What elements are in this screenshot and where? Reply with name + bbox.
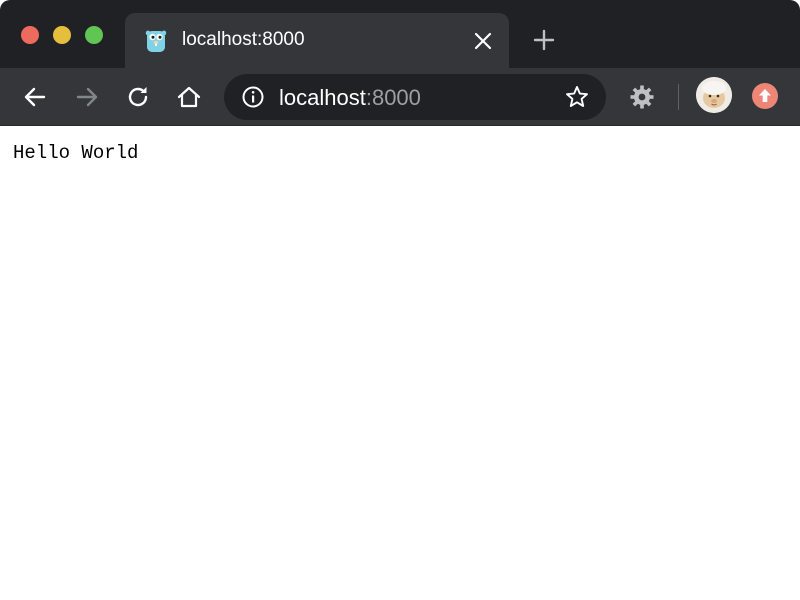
- window-minimize-button[interactable]: [53, 26, 71, 44]
- window-close-button[interactable]: [21, 26, 39, 44]
- update-icon[interactable]: [752, 83, 778, 109]
- toolbar-divider: [678, 84, 679, 110]
- url-port: :8000: [365, 85, 421, 110]
- url-host: localhost: [279, 85, 366, 110]
- browser-window: localhost:8000 localhost:8000 Hello Worl…: [0, 0, 800, 600]
- page-content: Hello World: [0, 126, 800, 600]
- url-text[interactable]: localhost:8000: [279, 85, 421, 111]
- back-icon[interactable]: [21, 83, 49, 111]
- address-bar[interactable]: localhost:8000: [224, 74, 606, 120]
- gopher-icon: [145, 28, 167, 52]
- info-icon[interactable]: [241, 85, 265, 109]
- tab-close-icon[interactable]: [471, 29, 495, 53]
- reload-icon[interactable]: [124, 83, 152, 111]
- home-icon[interactable]: [175, 83, 203, 111]
- forward-icon[interactable]: [73, 83, 101, 111]
- toolbar: localhost:8000: [0, 68, 800, 126]
- page-text: Hello World: [13, 142, 139, 164]
- new-tab-icon[interactable]: [531, 27, 557, 53]
- tab-title: localhost:8000: [182, 29, 305, 50]
- avatar[interactable]: [696, 77, 732, 113]
- title-bar: localhost:8000: [0, 0, 800, 68]
- extension-gear-icon[interactable]: [628, 83, 656, 111]
- window-maximize-button[interactable]: [85, 26, 103, 44]
- bookmark-star-icon[interactable]: [564, 84, 590, 110]
- active-tab[interactable]: localhost:8000: [125, 13, 509, 68]
